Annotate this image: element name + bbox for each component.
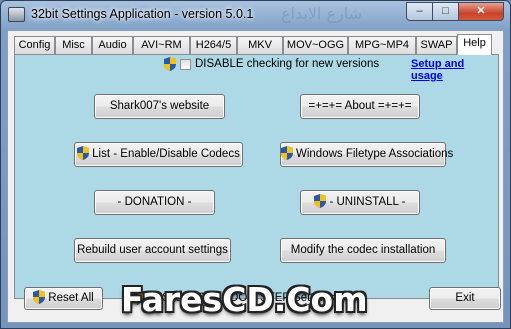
tab-help[interactable]: Help — [457, 34, 492, 55]
about-button[interactable]: =+=+= About =+=+= — [300, 94, 420, 119]
app-icon — [8, 7, 25, 22]
codecs-button[interactable]: List - Enable/Disable Codecs — [74, 142, 243, 167]
uac-shield-icon — [33, 290, 46, 304]
uninstall-button-label: - UNINSTALL - — [329, 196, 406, 208]
tab-mov-ogg[interactable]: MOV~OGG — [283, 36, 348, 54]
maximize-button[interactable]: □ — [432, 2, 459, 21]
tab-avi-rm[interactable]: AVI~RM — [133, 36, 190, 54]
help-panel: DISABLE checking for new versions Setup … — [14, 54, 499, 299]
reset-all-label: Reset All — [48, 292, 94, 304]
filetype-associations-button[interactable]: Windows Filetype Associations — [280, 142, 453, 167]
uninstall-button[interactable]: - UNINSTALL - — [300, 190, 420, 215]
setup-usage-link[interactable]: Setup and usage — [411, 58, 498, 82]
uac-shield-icon — [164, 57, 176, 71]
exit-button[interactable]: Exit — [429, 287, 501, 310]
site-watermark: FaresCD.Com — [121, 280, 368, 319]
title-bar[interactable]: 32bit Settings Application - version 5.0… — [1, 1, 510, 29]
tab-config[interactable]: Config — [14, 36, 55, 54]
tab-mpg-mp4[interactable]: MPG~MP4 — [348, 36, 416, 54]
tab-mkv[interactable]: MKV — [237, 36, 283, 54]
window-title: 32bit Settings Application - version 5.0… — [31, 7, 254, 21]
tab-h264[interactable]: H264/5 — [190, 36, 237, 54]
tab-audio[interactable]: Audio — [92, 36, 133, 54]
uac-shield-icon — [77, 146, 90, 160]
disable-update-label: DISABLE checking for new versions — [195, 58, 380, 70]
rebuild-settings-button[interactable]: Rebuild user account settings — [74, 238, 231, 263]
uac-shield-icon — [314, 194, 327, 208]
close-button[interactable]: ✕ — [458, 2, 504, 21]
application-window: 32bit Settings Application - version 5.0… — [0, 0, 511, 329]
tab-swap[interactable]: SWAP — [416, 36, 457, 54]
background-watermark-text: شارع الابداع — [281, 4, 363, 23]
minimize-button[interactable]: – — [406, 2, 433, 21]
codecs-button-label: List - Enable/Disable Codecs — [92, 148, 240, 160]
modify-installation-button[interactable]: Modify the codec installation — [280, 238, 446, 263]
website-button[interactable]: Shark007's website — [94, 94, 225, 119]
disable-update-checkbox[interactable] — [180, 59, 191, 70]
reset-all-button[interactable]: Reset All — [24, 287, 103, 310]
donation-button[interactable]: - DONATION - — [94, 190, 215, 215]
tab-misc[interactable]: Misc — [55, 36, 92, 54]
uac-shield-icon — [281, 146, 293, 160]
filetype-button-label: Windows Filetype Associations — [296, 148, 454, 160]
